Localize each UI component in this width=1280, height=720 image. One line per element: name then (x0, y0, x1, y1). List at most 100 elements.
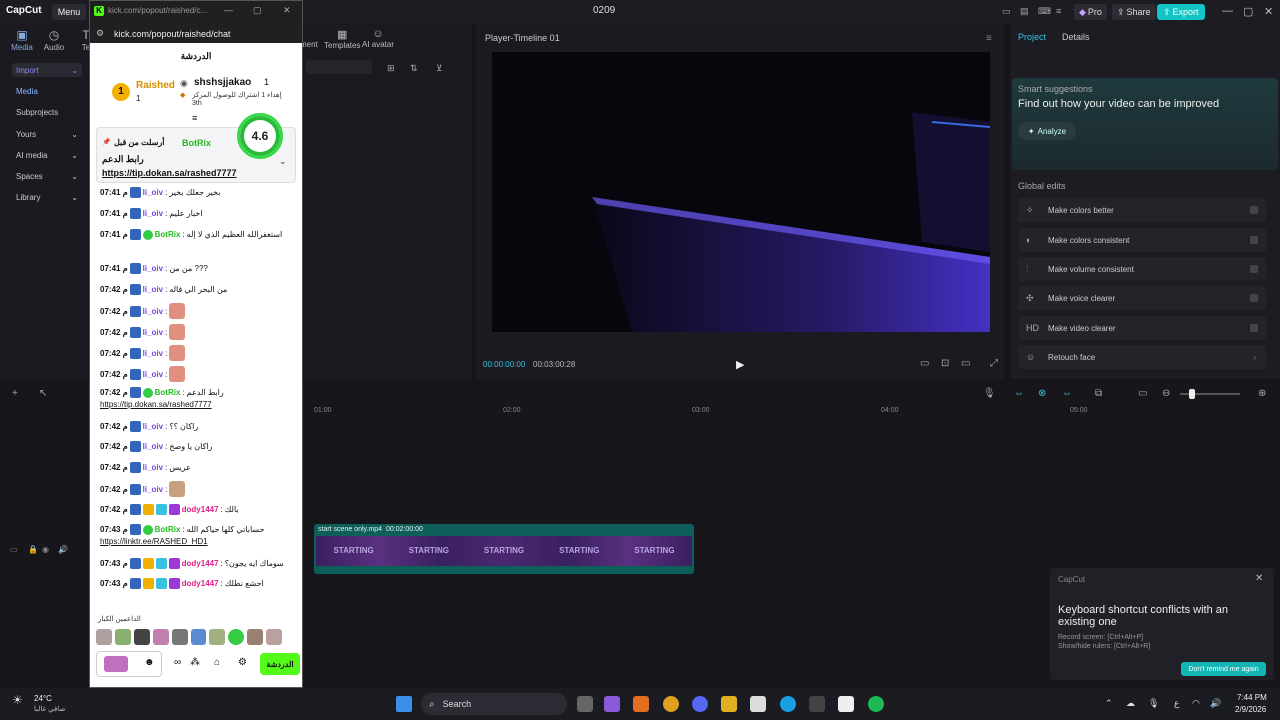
store-icon[interactable] (750, 696, 766, 712)
chat-url-bar[interactable]: ⚙ kick.com/popout/raished/chat (90, 23, 302, 43)
chrome-icon[interactable] (663, 696, 679, 712)
msg-user[interactable]: li_oiv (143, 349, 163, 358)
msg-user[interactable]: li_oiv (143, 463, 163, 472)
msg-user[interactable]: dody1447 (182, 579, 219, 588)
magnet-icon[interactable]: ⊗ (1038, 388, 1046, 399)
close-icon[interactable]: ✕ (283, 5, 291, 16)
global-edit-colors-better[interactable]: ✧ Make colors better (1018, 198, 1266, 222)
maximize-icon[interactable]: ▢ (253, 5, 262, 16)
toggle[interactable] (1250, 206, 1258, 214)
zoom-in-icon[interactable]: ⊕ (1258, 388, 1266, 399)
zoom-fit-icon[interactable]: ⊡ (941, 358, 949, 369)
player-menu-icon[interactable]: ≡ (986, 33, 992, 44)
msg-user[interactable]: dody1447 (182, 505, 219, 514)
tab-details[interactable]: Details (1062, 32, 1090, 42)
msg-user[interactable]: li_oiv (143, 307, 163, 316)
play-icon[interactable]: ▶ (736, 358, 744, 371)
sort-icon[interactable]: ⇅ (410, 63, 418, 74)
infinity-icon[interactable]: ∞ (174, 657, 181, 668)
dont-remind-button[interactable]: Don't remind me again (1181, 662, 1266, 676)
menu-button[interactable]: Menu (52, 4, 86, 20)
settings-gear-icon[interactable]: ⚙ (238, 657, 247, 668)
supporter-avatar[interactable] (190, 629, 207, 645)
sidebar-item-ai-media[interactable]: AI media ⌄ (12, 148, 82, 162)
tab-ai-avatar[interactable]: ☺ AI avatar (362, 28, 394, 49)
pro-button[interactable]: ◆ Pro (1074, 4, 1107, 20)
msg-user[interactable]: BotRix (155, 388, 181, 397)
close-icon[interactable]: ✕ (1264, 5, 1273, 18)
msg-user[interactable]: BotRix (155, 525, 181, 534)
taskbar-search[interactable]: ⌕ Search (421, 693, 567, 715)
supporter-avatar[interactable] (133, 629, 150, 645)
spotify-icon[interactable] (868, 696, 884, 712)
lock-icon[interactable]: 🔒 (28, 545, 38, 554)
sidebar-item-subprojects[interactable]: Subprojects (12, 105, 82, 119)
add-icon[interactable]: + (12, 388, 18, 399)
language-icon[interactable]: ع (1174, 698, 1179, 709)
site-settings-icon[interactable]: ⚙ (96, 28, 104, 39)
toggle[interactable] (1250, 294, 1258, 302)
sidebar-item-spaces[interactable]: Spaces ⌄ (12, 169, 82, 183)
msg-user[interactable]: li_oiv (143, 188, 163, 197)
wifi-icon[interactable]: ◠ (1192, 698, 1200, 709)
cursor-icon[interactable]: ↖ (39, 388, 47, 399)
sidebar-item-yours[interactable]: Yours ⌄ (12, 127, 82, 141)
msg-user[interactable]: li_oiv (143, 209, 163, 218)
msg-user[interactable]: li_oiv (143, 328, 163, 337)
msg-user[interactable]: li_oiv (143, 485, 163, 494)
pinned-link[interactable]: https://tip.dokan.sa/rashed7777 (102, 168, 237, 178)
capcut-icon[interactable] (838, 696, 854, 712)
keyboard-icon[interactable]: ⌨ (1038, 6, 1051, 17)
msg-user[interactable]: li_oiv (143, 285, 163, 294)
analyze-button[interactable]: ✦ Analyze (1018, 122, 1076, 140)
eye-icon[interactable]: ◉ (42, 545, 49, 554)
close-icon[interactable]: ✕ (1255, 573, 1263, 584)
tab-templates[interactable]: ▦ Templates (324, 28, 360, 50)
global-edit-video[interactable]: HD Make video clearer (1018, 316, 1266, 340)
supporter-avatar[interactable] (171, 629, 188, 645)
layout-icon[interactable]: ▭ (1002, 6, 1011, 17)
msg-user[interactable]: li_oiv (143, 422, 163, 431)
snap-icon[interactable]: ⇔ (1014, 388, 1024, 399)
split-icon[interactable]: ⧉ (1095, 388, 1102, 399)
app-icon[interactable] (633, 696, 649, 712)
start-icon[interactable] (396, 696, 412, 712)
toggle[interactable] (1250, 265, 1258, 273)
linktree-link[interactable]: https://linktr.ee/RASHED_HD1 (100, 537, 208, 546)
msg-user[interactable]: BotRix (155, 230, 181, 239)
share-button[interactable]: ⇪ Share (1112, 4, 1156, 20)
track-cover-icon[interactable]: ▭ (10, 545, 18, 554)
chevron-up-icon[interactable]: ⌃ (1105, 698, 1113, 709)
preview-axis-icon[interactable]: ▭ (1138, 388, 1147, 399)
cloud-icon[interactable]: ☁ (1126, 698, 1135, 709)
link-icon[interactable]: ⇔ (1062, 388, 1072, 399)
group-icon[interactable]: ⁂ (190, 657, 200, 668)
msg-user[interactable]: li_oiv (143, 264, 163, 273)
maximize-icon[interactable]: ▢ (1243, 5, 1253, 18)
speaker-icon[interactable]: 🔊 (58, 545, 68, 554)
global-edit-volume[interactable]: ⫶ Make volume consistent (1018, 257, 1266, 281)
ratio-icon[interactable]: ▭ (920, 358, 929, 369)
file-explorer-icon[interactable] (721, 696, 737, 712)
zoom-slider-handle[interactable] (1189, 389, 1195, 399)
minimize-icon[interactable]: — (1222, 5, 1233, 17)
volume-icon[interactable]: 🔊 (1210, 698, 1221, 709)
global-edit-retouch[interactable]: ☺ Retouch face › (1018, 345, 1266, 369)
mic-icon[interactable]: 🎙 (983, 388, 996, 399)
msg-user[interactable]: dody1447 (182, 559, 219, 568)
chat-send-button[interactable]: الدردشة (260, 653, 300, 675)
zoom-out-icon[interactable]: ⊖ (1162, 388, 1170, 399)
panel-icon[interactable]: ▤ (1020, 6, 1029, 17)
weather-temp[interactable]: 24°C (34, 694, 52, 703)
emoji-icon[interactable]: ☻ (144, 657, 155, 668)
media-search-input[interactable] (306, 60, 372, 74)
global-edit-colors-consistent[interactable]: ◐ Make colors consistent (1018, 228, 1266, 252)
grid-view-icon[interactable]: ⊞ (387, 63, 395, 74)
collapse-icon[interactable]: ≡ (192, 113, 197, 123)
fullscreen-icon[interactable]: ⤢ (990, 358, 998, 369)
supporter-avatar[interactable] (152, 629, 169, 645)
supporter-avatar[interactable] (247, 629, 264, 645)
obs-icon[interactable] (809, 696, 825, 712)
chevron-down-icon[interactable]: ⌄ (279, 156, 287, 167)
export-button[interactable]: ⇪ Export (1157, 4, 1205, 20)
